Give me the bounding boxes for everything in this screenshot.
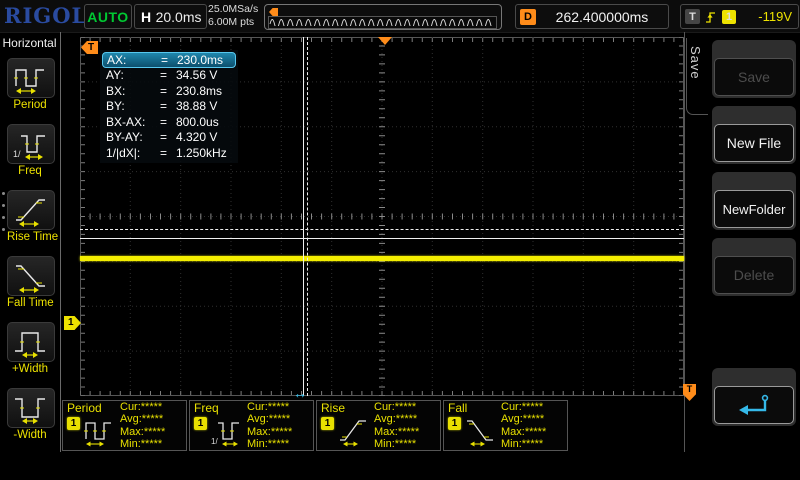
menu-page-dot	[2, 204, 5, 207]
sidebar-item-plus-width[interactable]: +Width	[7, 322, 53, 375]
svg-text:1/: 1/	[211, 437, 218, 446]
left-divider	[60, 32, 61, 452]
channel-badge: 1	[67, 417, 80, 430]
waveform-memory-preview[interactable]	[264, 4, 502, 30]
rigol-logo: RIGOL	[4, 3, 87, 28]
memory-position-marker-icon	[269, 8, 278, 16]
memory-depth: 6.00M pts	[208, 16, 264, 29]
horizontal-scale-box: H 20.0ms	[134, 4, 207, 29]
measure-panel-rise[interactable]: Rise 1 Cur:***** Avg:***** Max:***** Min…	[316, 400, 441, 451]
channel1-ground-marker-icon[interactable]: 1	[64, 316, 81, 330]
channel-badge: 1	[194, 417, 207, 430]
sample-rate: 25.0MSa/s	[208, 3, 264, 16]
menu-tab-save: Save	[688, 46, 703, 80]
new-folder-button[interactable]: NewFolder	[714, 190, 794, 228]
sidebar-item-freq[interactable]: 1/ Freq	[7, 124, 53, 177]
delete-button: Delete	[714, 256, 794, 294]
period-waveform-icon	[83, 415, 117, 447]
cursor-row-bx-ax: BX-AX: = 800.0us	[102, 114, 236, 130]
sidebar-item-minus-width[interactable]: -Width	[7, 388, 53, 441]
menu-back-button[interactable]	[714, 386, 794, 424]
trigger-settings-box: T 1 -119V	[680, 4, 799, 29]
softkey-slot: Delete	[712, 238, 796, 296]
sidebar-item-period[interactable]: Period	[7, 58, 53, 111]
cursor-row-ax: AX: = 230.0ms	[102, 52, 236, 68]
rise-time-waveform-icon	[11, 193, 51, 227]
cursor-row-bx: BX: = 230.8ms	[102, 83, 236, 99]
softkey-slot	[712, 368, 796, 426]
horizontal-scale-value: 20.0ms	[151, 9, 206, 25]
measure-panel-freq[interactable]: Freq 1 1/ Cur:***** Avg:***** Max:***** …	[189, 400, 314, 451]
channel-badge: 1	[448, 417, 461, 430]
cursor-row-by: BY: = 38.88 V	[102, 99, 236, 115]
status-bar: RIGOL AUTO H 20.0ms 25.0MSa/s 6.00M pts …	[0, 0, 800, 33]
cursor-b-vertical-line[interactable]	[307, 37, 308, 396]
trigger-source-badge: 1	[722, 10, 736, 24]
plus-width-waveform-icon	[11, 325, 51, 359]
memory-waveform-icon	[269, 17, 494, 26]
delay-label: D	[520, 9, 536, 25]
oscilloscope-screen: RIGOL AUTO H 20.0ms 25.0MSa/s 6.00M pts …	[0, 0, 800, 480]
cursor-readout-panel: AX: = 230.0ms AY: = 34.56 V BX: = 230.8m…	[100, 50, 238, 163]
menu-page-dot	[2, 228, 5, 231]
save-button: Save	[714, 58, 794, 96]
cursor-a-vertical-line[interactable]	[303, 37, 304, 396]
cursor-row-ay: AY: = 34.56 V	[102, 68, 236, 84]
fall-time-waveform-icon	[464, 415, 498, 447]
minus-width-waveform-icon	[11, 391, 51, 425]
trigger-status-box: AUTO	[84, 4, 132, 29]
left-menu-title: Horizontal	[0, 36, 59, 50]
cursor-row-inv-dx: 1/|dX|: = 1.250kHz	[102, 145, 236, 161]
trigger-status: AUTO	[87, 9, 128, 25]
cursor-row-by-ay: BY-AY: = 4.320 V	[102, 130, 236, 146]
softkey-slot: Save	[712, 40, 796, 98]
acquisition-info: 25.0MSa/s 6.00M pts	[208, 3, 264, 29]
sidebar-item-fall-time[interactable]: Fall Time	[7, 256, 53, 309]
cursor-b-horizontal-line[interactable]	[80, 229, 684, 230]
cursor-a-horizontal-line[interactable]	[80, 238, 684, 239]
measure-panel-fall[interactable]: Fall 1 Cur:***** Avg:***** Max:***** Min…	[443, 400, 568, 451]
trigger-rising-edge-icon	[704, 9, 717, 25]
svg-text:1/: 1/	[13, 149, 21, 159]
delay-value: 262.400000ms	[536, 9, 668, 25]
channel-status-bar: 1 18.0 V 2 5.00 V	[0, 452, 800, 480]
sidebar-item-rise-time[interactable]: Rise Time	[7, 190, 53, 243]
period-waveform-icon	[11, 61, 51, 95]
return-arrow-icon	[733, 392, 775, 418]
softkey-slot: New File	[712, 106, 796, 164]
channel-badge: 1	[321, 417, 334, 430]
menu-page-dot	[2, 216, 5, 219]
horizontal-label: H	[141, 9, 151, 25]
softkey-slot: NewFolder	[712, 172, 796, 230]
horizontal-delay-box: D 262.400000ms	[515, 4, 669, 29]
cursor-drag-handle-icon[interactable]: ↔	[293, 385, 307, 401]
trigger-position-marker-icon[interactable]	[378, 37, 392, 45]
channel1-trace	[80, 256, 684, 261]
trigger-label: T	[685, 9, 700, 24]
menu-page-dot	[2, 192, 5, 195]
new-file-button[interactable]: New File	[714, 124, 794, 162]
freq-waveform-icon: 1/	[210, 415, 244, 447]
freq-waveform-icon: 1/	[11, 127, 51, 161]
rise-time-waveform-icon	[337, 415, 371, 447]
trigger-level-value: -119V	[736, 9, 792, 24]
fall-time-waveform-icon	[11, 259, 51, 293]
measure-panel-period[interactable]: Period 1 Cur:***** Avg:***** Max:***** M…	[62, 400, 187, 451]
